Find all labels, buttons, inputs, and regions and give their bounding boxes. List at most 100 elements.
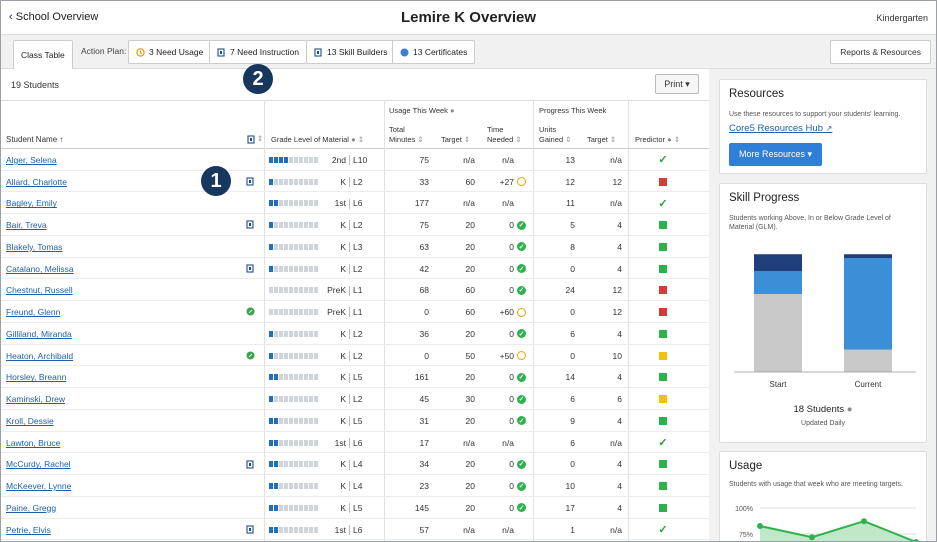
level-label: L2 <box>353 176 363 187</box>
book-icon[interactable] <box>246 177 255 186</box>
progress-target: 4 <box>617 481 622 492</box>
total-minutes: 45 <box>419 394 429 405</box>
tab-bar: Class Table 3 Need Usage 7 Need Instruct… <box>1 35 936 69</box>
tab-need-usage[interactable]: 3 Need Usage <box>128 40 212 64</box>
usage-target: n/a <box>463 524 475 535</box>
table-row: Petrie, Elvis 1st L6 57 n/a n/a 1 n/a ✓ <box>1 519 709 541</box>
usage-chart: 100% 75% <box>735 506 919 541</box>
student-name-link[interactable]: Allard, Charlotte <box>6 171 67 193</box>
help-icon[interactable]: ● <box>667 135 672 144</box>
glm-bar-segment <box>299 330 303 337</box>
student-name-link[interactable]: Catalano, Melissa <box>6 258 74 280</box>
col-target[interactable]: Target ⇕ <box>441 135 470 145</box>
student-name-link[interactable]: Horsley, Breann <box>6 367 66 389</box>
student-name-link[interactable]: Kroll, Dessie <box>6 410 54 432</box>
tab-certificates[interactable]: 13 Certificates <box>392 40 476 64</box>
usage-target: n/a <box>463 198 475 209</box>
student-name-link[interactable]: Heaton, Archibald <box>6 345 73 367</box>
table-row: Catalano, Melissa K L2 42 20 0 ✓ 0 4 <box>1 258 709 280</box>
student-name-link[interactable]: Lawton, Bruce <box>6 432 60 454</box>
student-name-link[interactable]: Alger, Selena <box>6 149 57 171</box>
glm-bar-segment <box>269 504 273 511</box>
student-name-link[interactable]: Petrie, Elvis <box>6 519 51 541</box>
glm-progress-bar <box>269 497 318 519</box>
glm-bar-segment <box>304 330 308 337</box>
core5-hub-link[interactable]: Core5 Resources Hub ↗ <box>729 123 832 134</box>
table-row: McKeever, Lynne K L4 23 20 0 ✓ 10 4 <box>1 475 709 497</box>
col-units-gained[interactable]: Units Gained ⇕ <box>539 125 572 145</box>
tab-skill-builders[interactable]: 13 Skill Builders <box>306 40 396 64</box>
units-gained: 11 <box>566 198 575 209</box>
glm-bar-segment <box>269 178 273 185</box>
time-needed-value: 0 <box>509 241 514 252</box>
glm-bar-segment <box>309 526 313 533</box>
predictor-green-square <box>659 373 667 382</box>
reports-resources-button[interactable]: Reports & Resources <box>830 40 931 64</box>
student-name-link[interactable]: Bagley, Emily <box>6 193 57 215</box>
help-icon[interactable]: ● <box>847 404 853 415</box>
units-gained: 13 <box>565 154 575 165</box>
student-name-link[interactable]: Gilliland, Miranda <box>6 323 72 345</box>
leaf-icon[interactable] <box>246 351 255 360</box>
time-needed-value: 0 <box>509 285 514 296</box>
total-minutes: 34 <box>419 459 429 470</box>
glm-grade: 2nd <box>331 154 346 165</box>
glm-bar-segment <box>309 287 313 294</box>
glm-bar-segment <box>269 200 273 207</box>
sort-icon: ⇕ <box>673 135 681 144</box>
print-button[interactable]: Print ▾ <box>655 74 699 94</box>
predictor-cell: ✓ <box>651 193 675 215</box>
glm-bar-segment <box>284 352 288 359</box>
book-icon[interactable] <box>246 525 255 534</box>
progress-target: n/a <box>610 437 622 448</box>
glm-bar-segment <box>304 439 308 446</box>
glm-bar-segment <box>289 439 293 446</box>
book-icon[interactable] <box>246 459 255 469</box>
glm-bar-segment <box>309 200 313 207</box>
student-name-link[interactable]: Paine, Gregg <box>6 497 56 519</box>
tab-need-instruction[interactable]: 7 Need Instruction <box>209 40 307 64</box>
units-gained: 24 <box>565 285 575 296</box>
student-name-link[interactable]: McKeever, Lynne <box>6 475 71 497</box>
col-time-needed[interactable]: Time Needed ⇕ <box>487 125 522 145</box>
glm-bar-segment <box>309 178 313 185</box>
col-student-name[interactable]: Student Name ↑ <box>6 135 63 145</box>
col-target-progress[interactable]: Target ⇕ <box>587 135 616 145</box>
level-label: L2 <box>353 394 363 405</box>
glm-grade: K <box>340 176 346 187</box>
glm-bar-segment <box>269 352 273 359</box>
leaf-icon[interactable] <box>246 307 255 316</box>
col-grade-level[interactable]: Grade Level of Material ● ⇕ <box>271 135 364 145</box>
divider <box>349 372 350 383</box>
tab-class-table[interactable]: Class Table <box>13 40 73 69</box>
predictor-cell <box>651 171 675 193</box>
check-icon: ✓ <box>658 154 668 167</box>
glm-bar-segment <box>279 526 283 533</box>
student-name-link[interactable]: McCurdy, Rachel <box>6 454 71 476</box>
predictor-cell <box>651 475 675 497</box>
book-icon[interactable] <box>246 220 255 229</box>
glm-bar-segment <box>274 265 278 272</box>
glm-bar-segment <box>294 483 298 490</box>
student-name-link[interactable]: Blakely, Tomas <box>6 236 62 258</box>
book-icon[interactable] <box>246 264 255 273</box>
glm-bar-segment <box>299 526 303 533</box>
student-name-link[interactable]: Kaminski, Drew <box>6 388 65 410</box>
divider <box>349 503 350 513</box>
col-total-minutes[interactable]: Total Minutes ⇕ <box>389 125 424 145</box>
progress-target: 10 <box>612 350 622 361</box>
glm-bar-segment <box>299 417 303 424</box>
check-circle-icon: ✓ <box>517 416 526 426</box>
student-name-link[interactable]: Freund, Glenn <box>6 301 60 323</box>
sort-icon[interactable]: ⇕ <box>257 134 263 144</box>
student-name-link[interactable]: Bair, Treva <box>6 214 47 236</box>
help-icon[interactable]: ● <box>450 106 455 115</box>
total-minutes: 68 <box>419 285 429 296</box>
usage-target: 20 <box>465 481 475 492</box>
col-predictor[interactable]: Predictor ● ⇕ <box>635 135 680 145</box>
student-name-link[interactable]: Chestnut, Russell <box>6 280 73 302</box>
table-row: Freund, Glenn PreK L1 0 60 +60 0 12 <box>1 301 709 323</box>
total-minutes: 33 <box>419 176 429 187</box>
more-resources-button[interactable]: More Resources ▾ <box>729 143 822 166</box>
help-icon[interactable]: ● <box>351 135 356 144</box>
